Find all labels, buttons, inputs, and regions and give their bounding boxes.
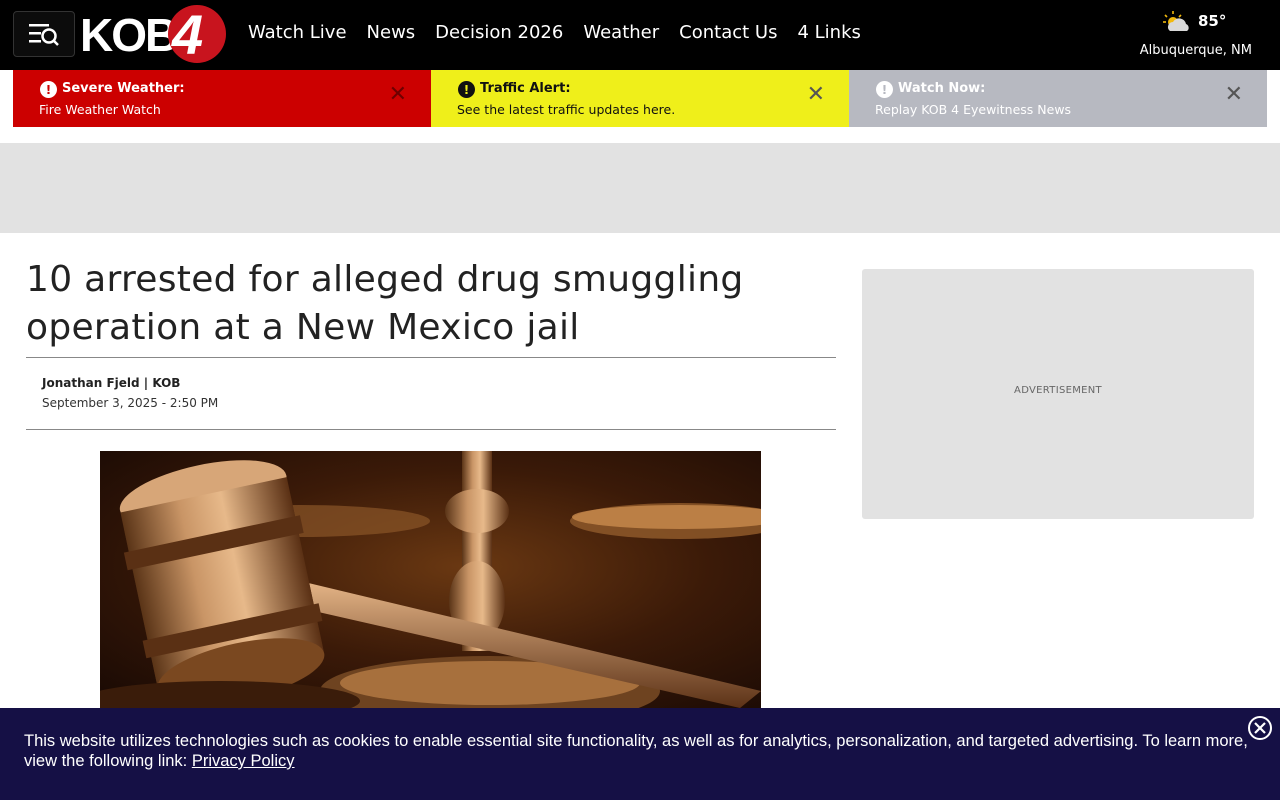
alert-title: Traffic Alert:	[480, 81, 571, 96]
close-icon[interactable]: ✕	[1225, 84, 1243, 106]
article-byline[interactable]: Jonathan Fjeld | KOB	[42, 376, 180, 390]
sidebar-ad[interactable]: ADVERTISEMENT	[862, 269, 1254, 519]
alert-severe-weather[interactable]: ! Severe Weather: Fire Weather Watch ✕	[13, 70, 431, 127]
ad-label: ADVERTISEMENT	[1014, 385, 1102, 396]
cookie-text: This website utilizes technologies such …	[24, 731, 1254, 771]
nav-4-links[interactable]: 4 Links	[797, 20, 860, 46]
menu-search-button[interactable]	[13, 11, 75, 57]
alert-exclamation-icon: !	[876, 81, 893, 98]
nav-decision-2026[interactable]: Decision 2026	[435, 20, 563, 46]
alert-title: Watch Now:	[898, 81, 986, 96]
alert-bar: ! Severe Weather: Fire Weather Watch ✕ !…	[13, 70, 1267, 127]
alert-traffic[interactable]: ! Traffic Alert: See the latest traffic …	[431, 70, 849, 127]
alert-watch-now[interactable]: ! Watch Now: Replay KOB 4 Eyewitness New…	[849, 70, 1267, 127]
nav-news[interactable]: News	[367, 20, 416, 46]
close-icon[interactable]: ✕	[807, 84, 825, 106]
alert-text[interactable]: Fire Weather Watch	[39, 102, 161, 117]
weather-temperature: 85°	[1198, 12, 1227, 30]
article-date: September 3, 2025 - 2:50 PM	[42, 396, 219, 410]
close-icon	[1254, 722, 1266, 734]
divider	[26, 429, 836, 430]
article-hero-image[interactable]	[100, 451, 761, 708]
close-icon[interactable]: ✕	[389, 84, 407, 106]
alert-exclamation-icon: !	[40, 81, 57, 98]
main-nav: Watch Live News Decision 2026 Weather Co…	[238, 20, 871, 46]
logo-number: 4	[172, 3, 204, 66]
gavel-image	[100, 451, 761, 708]
site-logo[interactable]: KOB 4	[80, 4, 230, 66]
weather-city: Albuquerque, NM	[1139, 43, 1252, 58]
nav-contact-us[interactable]: Contact Us	[679, 20, 777, 46]
nav-watch-live[interactable]: Watch Live	[248, 20, 347, 46]
alert-text[interactable]: See the latest traffic updates here.	[457, 102, 675, 117]
weather-widget[interactable]: 85° Albuquerque, NM	[1139, 8, 1252, 62]
partly-cloudy-icon	[1163, 11, 1189, 31]
alert-exclamation-icon: !	[458, 81, 475, 98]
logo-text: KOB	[80, 9, 178, 61]
cookie-close-button[interactable]	[1248, 716, 1272, 740]
alert-text[interactable]: Replay KOB 4 Eyewitness News	[875, 102, 1071, 117]
top-ad-slot[interactable]	[0, 143, 1280, 233]
alert-title: Severe Weather:	[62, 81, 185, 96]
nav-weather[interactable]: Weather	[583, 20, 659, 46]
privacy-policy-link[interactable]: Privacy Policy	[192, 752, 295, 770]
menu-search-icon	[29, 24, 59, 46]
article-headline: 10 arrested for alleged drug smuggling o…	[26, 259, 744, 348]
cookie-banner: This website utilizes technologies such …	[0, 708, 1280, 800]
site-header: KOB 4 Watch Live News Decision 2026 Weat…	[0, 0, 1280, 70]
divider	[26, 357, 836, 358]
